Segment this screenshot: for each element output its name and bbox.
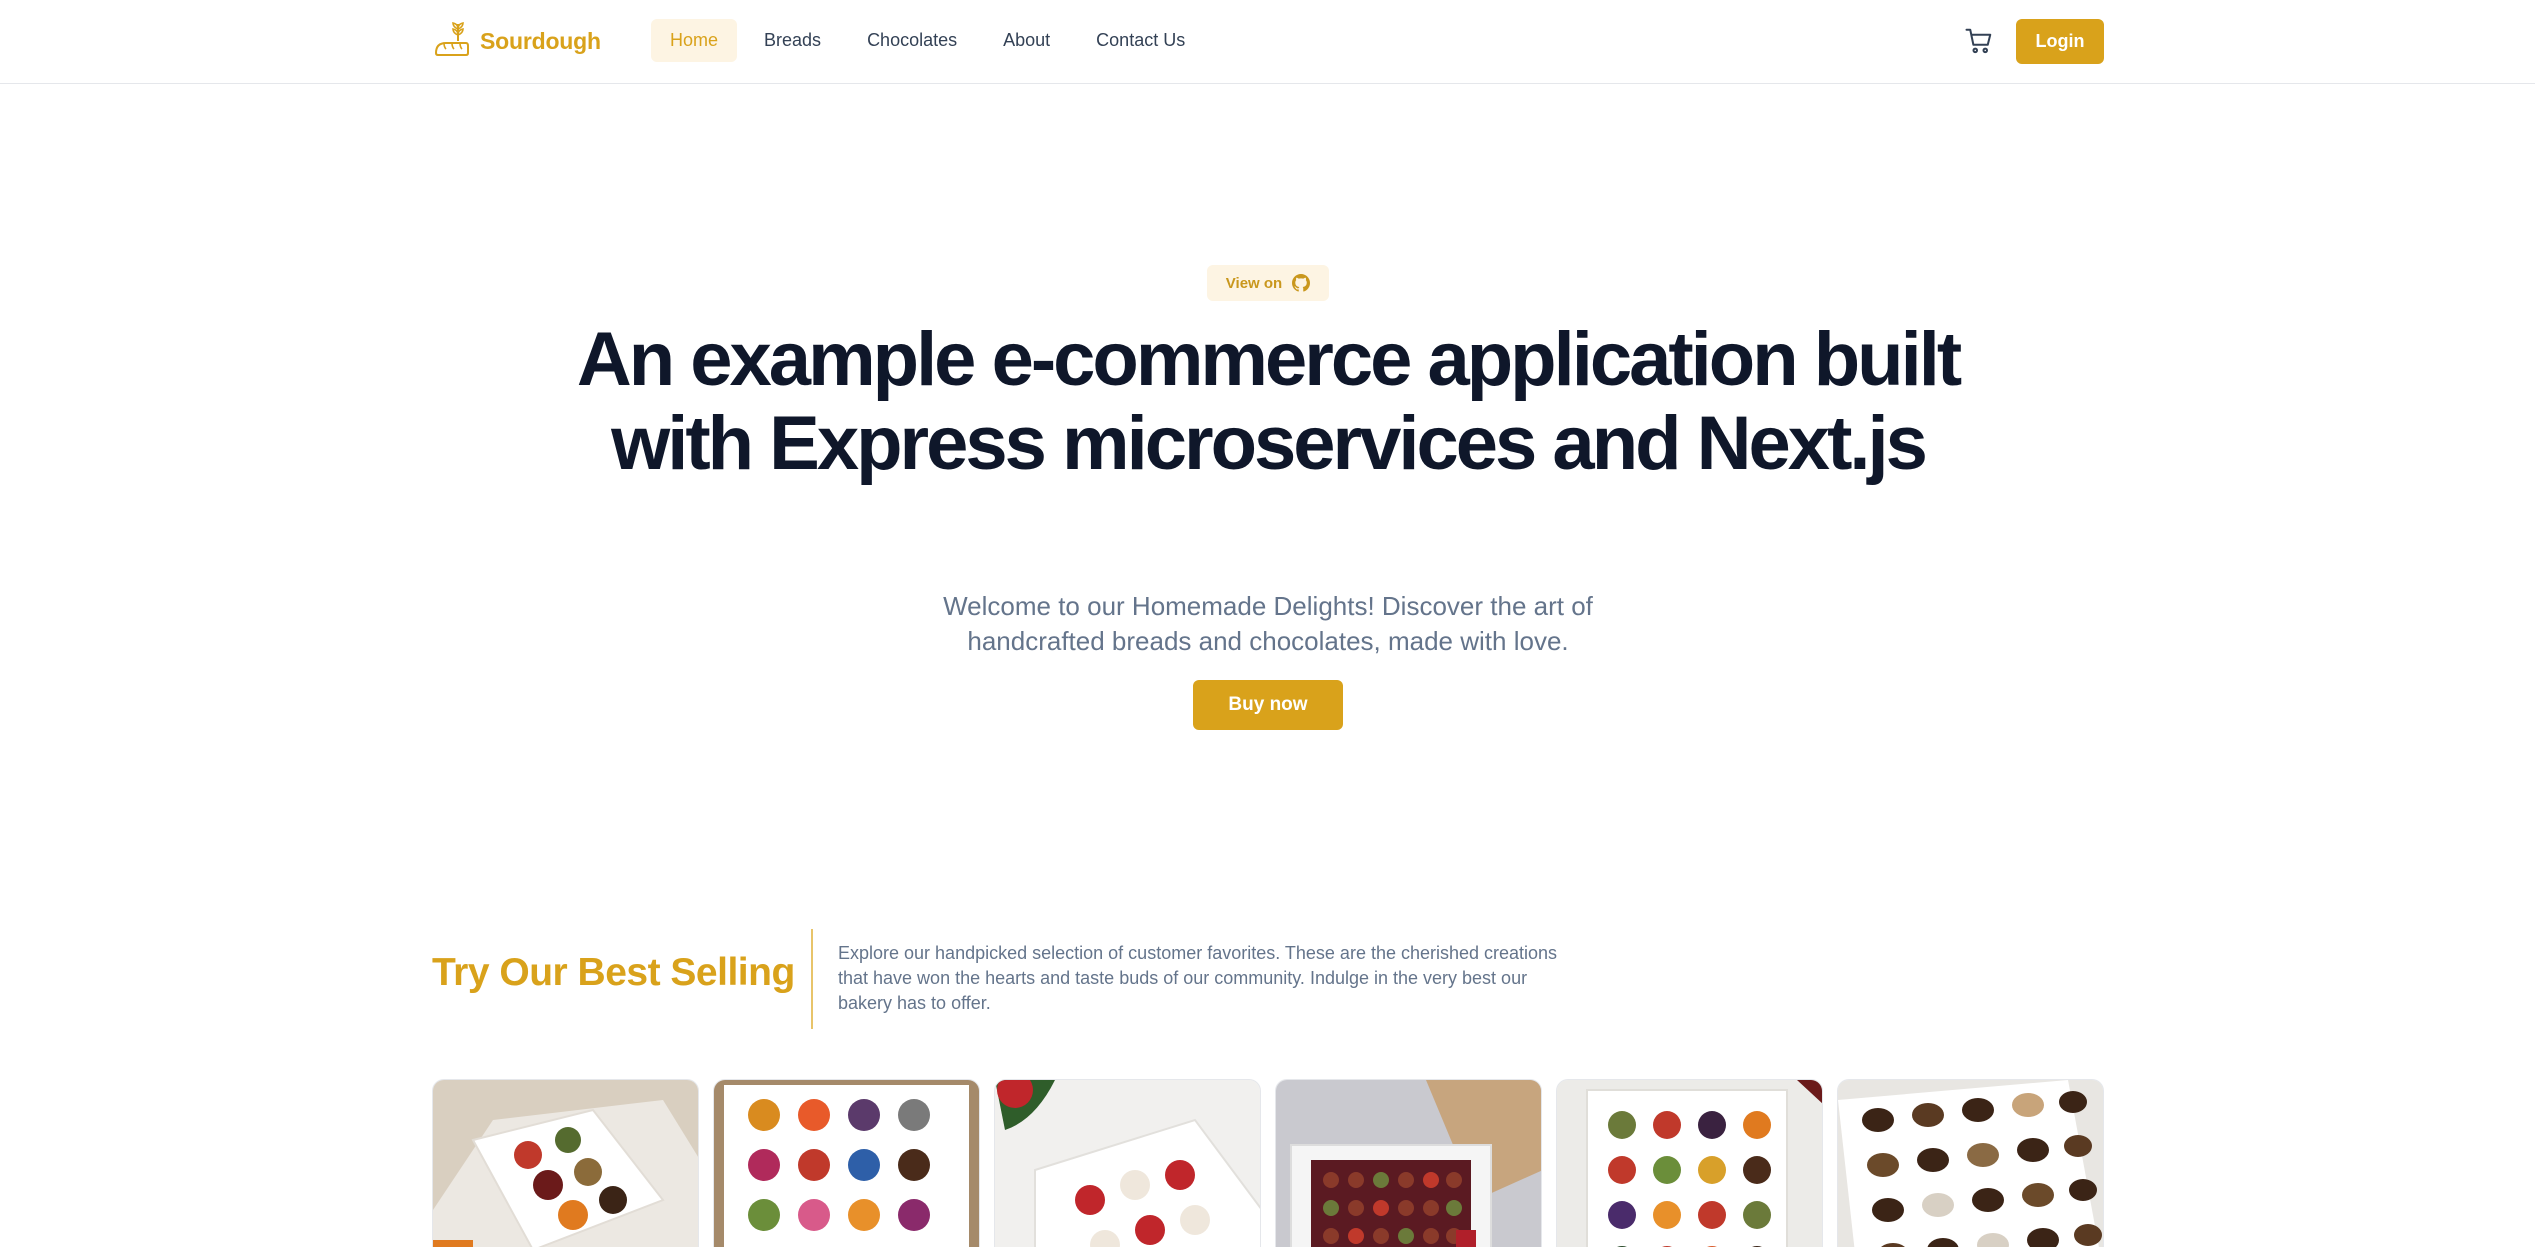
main-nav: Home Breads Chocolates About Contact Us [651,19,1204,62]
site-header: Sourdough Home Breads Chocolates About C… [0,0,2535,84]
product-image [433,1080,698,1247]
nav-item-contact-us[interactable]: Contact Us [1077,19,1204,62]
badge-text: View on [1225,274,1283,292]
login-button[interactable]: Login [2016,19,2104,64]
brand-name: Sourdough [480,27,601,54]
nav-item-breads[interactable]: Breads [745,19,840,62]
product-image [1838,1080,2103,1247]
view-on-github-badge[interactable]: View on [1207,265,1329,301]
best-selling-description: Explore our handpicked selection of cust… [838,943,1558,1013]
product-list [432,1079,2104,1247]
product-image [714,1080,979,1247]
product-card[interactable] [713,1079,980,1247]
product-card[interactable] [1556,1079,1823,1247]
product-card[interactable] [1837,1079,2104,1247]
hero-subtitle: Welcome to our Homemade Delights! Discov… [943,591,1593,656]
product-image [1276,1080,1541,1247]
nav-item-home[interactable]: Home [651,19,738,62]
wheat-bread-logo-icon [434,22,469,56]
product-card[interactable] [432,1079,699,1247]
section-divider [811,929,813,1029]
product-image [995,1080,1260,1247]
hero-title: An example e-commerce application built … [576,317,1962,486]
shopping-cart-icon[interactable] [1964,26,1994,56]
product-card[interactable] [1275,1079,1542,1247]
best-selling-title: Try Our Best Selling [432,951,795,994]
brand-link[interactable]: Sourdough [432,18,601,64]
nav-item-about[interactable]: About [984,19,1069,62]
product-image [1557,1080,1822,1247]
product-card[interactable] [994,1079,1261,1247]
nav-item-chocolates[interactable]: Chocolates [848,19,976,62]
buy-now-button[interactable]: Buy now [1193,680,1343,730]
github-icon [1292,274,1311,292]
